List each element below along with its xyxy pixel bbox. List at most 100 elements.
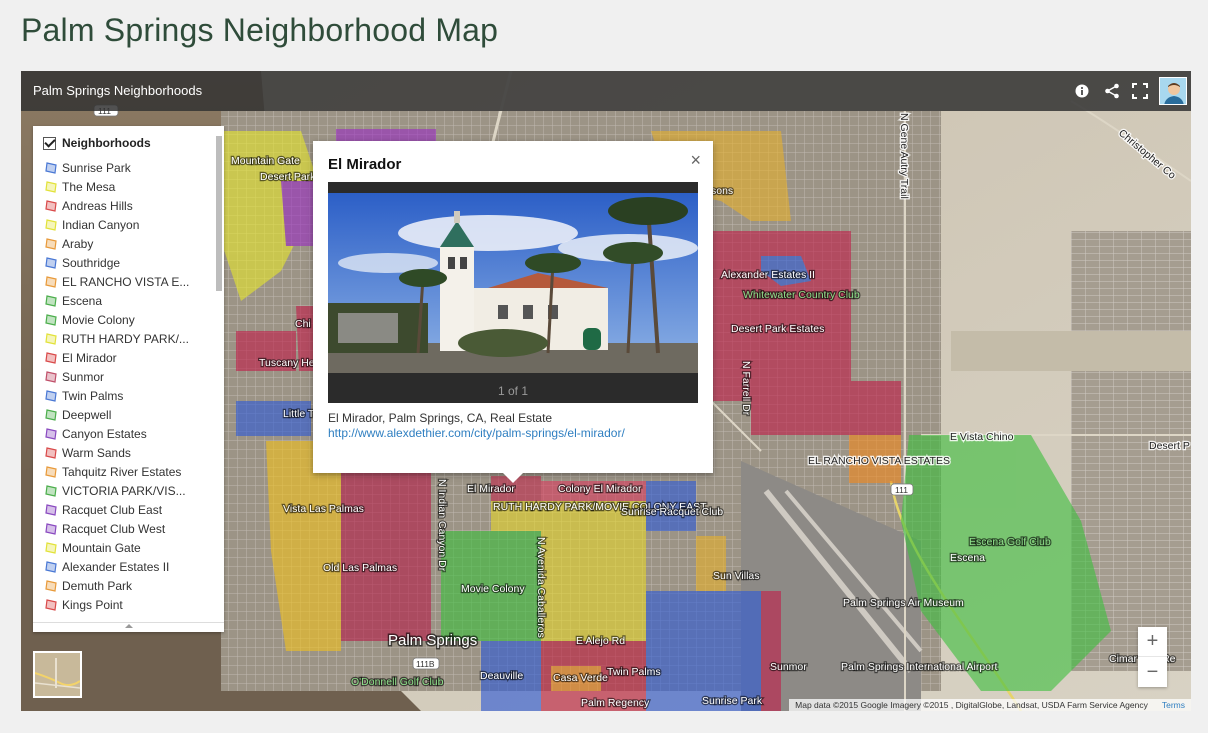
label-little: Little T — [283, 408, 315, 420]
polygon-swatch-icon — [45, 161, 57, 174]
legend-panel[interactable]: Neighborhoods Sunrise Park The Mesa Andrea… — [33, 126, 224, 632]
legend-item-label: Alexander Estates II — [62, 559, 170, 574]
label-alejo: E Alejo Rd — [576, 635, 625, 647]
legend-item-label: Andreas Hills — [62, 198, 133, 213]
polygon-swatch-icon — [45, 408, 57, 421]
legend-item[interactable]: Racquet Club East — [45, 500, 215, 519]
legend-item[interactable]: Tahquitz River Estates — [45, 462, 215, 481]
label-sunrise-park: Sunrise Park — [702, 695, 763, 707]
legend-checkbox[interactable] — [43, 136, 56, 150]
label-farrell: N Farrell Dr — [740, 361, 752, 416]
map-title: Palm Springs Neighborhoods — [33, 83, 203, 98]
legend-item[interactable]: RUTH HARDY PARK/... — [45, 329, 215, 348]
svg-text:111: 111 — [895, 485, 908, 495]
legend-scrollbar[interactable] — [216, 136, 222, 291]
legend-item[interactable]: VICTORIA PARK/VIS... — [45, 481, 215, 500]
legend-item[interactable]: Sunmor — [45, 367, 215, 386]
label-escena-golf: Escena Golf Club — [969, 536, 1051, 548]
legend-scroll-down[interactable] — [33, 622, 224, 632]
info-icon[interactable] — [1072, 81, 1092, 101]
label-chi: Chi — [295, 318, 311, 330]
polygon-swatch-icon — [45, 465, 57, 478]
legend-item-label: Sunmor — [62, 369, 105, 384]
legend-item[interactable]: Southridge — [45, 253, 215, 272]
label-gene-autry: N Gene Autry Trail — [898, 113, 910, 199]
legend-item[interactable]: Alexander Estates II — [45, 557, 215, 576]
polygon-swatch-icon — [45, 218, 57, 231]
polygon-swatch-icon — [45, 579, 57, 592]
label-mountain-gate: Mountain Gate — [231, 155, 300, 167]
label-el-rancho: EL RANCHO VISTA ESTATES — [808, 455, 950, 467]
legend-item[interactable]: Racquet Club West — [45, 519, 215, 538]
legend-item[interactable]: The Mesa — [45, 177, 215, 196]
label-indian-canyon: N Indian Canyon Dr — [436, 479, 448, 572]
legend-item-label: RUTH HARDY PARK/... — [62, 331, 189, 346]
polygon-swatch-icon — [45, 275, 57, 288]
legend-list: Sunrise Park The Mesa Andreas Hills Indian … — [45, 158, 215, 614]
label-escena: Escena — [950, 552, 985, 564]
label-racquet: Sunrise Racquet Club — [621, 506, 723, 518]
legend-item[interactable]: Araby — [45, 234, 215, 253]
el-mirador-photo — [328, 193, 698, 373]
legend-item-label: Canyon Estates — [62, 426, 147, 441]
popup-media[interactable]: 1 of 1 — [328, 182, 698, 403]
legend-item[interactable]: El Mirador — [45, 348, 215, 367]
legend-item-label: Tahquitz River Estates — [62, 464, 182, 479]
attribution-text: Map data ©2015 Google Imagery ©2015 , Di… — [795, 700, 1148, 710]
share-icon[interactable] — [1102, 81, 1122, 101]
legend-item[interactable]: Mountain Gate — [45, 538, 215, 557]
legend-item[interactable]: Indian Canyon — [45, 215, 215, 234]
polygon-swatch-icon — [45, 351, 57, 364]
label-sun-villas: Sun Villas — [713, 570, 760, 582]
label-sons: sons — [711, 185, 733, 197]
legend-item[interactable]: Demuth Park — [45, 576, 215, 595]
highway-111-shield-east: 111 — [890, 483, 914, 496]
legend-item[interactable]: Warm Sands — [45, 443, 215, 462]
legend-item-label: El Mirador — [62, 350, 117, 365]
zoom-in-button[interactable]: + — [1138, 627, 1167, 657]
polygon-swatch-icon — [45, 503, 57, 516]
map-frame[interactable]: Mountain Gate Desert Park Chi Tuscany He… — [21, 71, 1191, 711]
label-casa-verde: Casa Verde — [553, 672, 608, 684]
polygon-swatch-icon — [45, 446, 57, 459]
basemap-toggle-button[interactable] — [33, 651, 82, 698]
legend-item-label: Racquet Club East — [62, 502, 163, 517]
legend-item[interactable]: Kings Point — [45, 595, 215, 614]
popup-counter: 1 of 1 — [497, 384, 529, 398]
legend-item[interactable]: Movie Colony — [45, 310, 215, 329]
close-icon[interactable]: × — [690, 150, 701, 171]
polygon-swatch-icon — [45, 180, 57, 193]
label-sunmor: Sunmor — [770, 661, 807, 673]
legend-item[interactable]: Escena — [45, 291, 215, 310]
polygon-swatch-icon — [45, 560, 57, 573]
zoom-out-button[interactable]: − — [1138, 657, 1167, 687]
polygon-swatch-icon — [45, 484, 57, 497]
label-twin-palms: Twin Palms — [607, 666, 661, 678]
legend-item-label: Warm Sands — [62, 445, 131, 460]
polygon-swatch-icon — [45, 598, 57, 611]
legend-item-label: VICTORIA PARK/VIS... — [62, 483, 186, 498]
legend-item[interactable]: Canyon Estates — [45, 424, 215, 443]
legend-header[interactable]: Neighborhoods — [43, 136, 151, 150]
legend-item-label: Indian Canyon — [62, 217, 140, 232]
user-avatar[interactable] — [1159, 77, 1187, 105]
polygon-swatch-icon — [45, 389, 57, 402]
legend-item-label: Sunrise Park — [62, 160, 131, 175]
polygon-swatch-icon — [45, 256, 57, 269]
label-colony-el-mirador: Colony El Mirador — [558, 483, 642, 495]
page-title: Palm Springs Neighborhood Map — [21, 12, 499, 48]
legend-item-label: Movie Colony — [62, 312, 135, 327]
legend-item-label: Mountain Gate — [62, 540, 141, 555]
popup-link[interactable]: http://www.alexdethier.com/city/palm-spr… — [328, 426, 625, 440]
terms-link[interactable]: Terms — [1162, 700, 1185, 710]
fullscreen-icon[interactable] — [1130, 81, 1150, 101]
label-alexander: Alexander Estates II — [721, 269, 815, 281]
polygon-swatch-icon — [45, 541, 57, 554]
legend-item[interactable]: Sunrise Park — [45, 158, 215, 177]
legend-item[interactable]: Twin Palms — [45, 386, 215, 405]
legend-item[interactable]: Andreas Hills — [45, 196, 215, 215]
map-header: Palm Springs Neighborhoods — [21, 71, 1191, 111]
legend-item[interactable]: EL RANCHO VISTA E... — [45, 272, 215, 291]
legend-item[interactable]: Deepwell — [45, 405, 215, 424]
label-movie-colony: Movie Colony — [461, 583, 525, 595]
